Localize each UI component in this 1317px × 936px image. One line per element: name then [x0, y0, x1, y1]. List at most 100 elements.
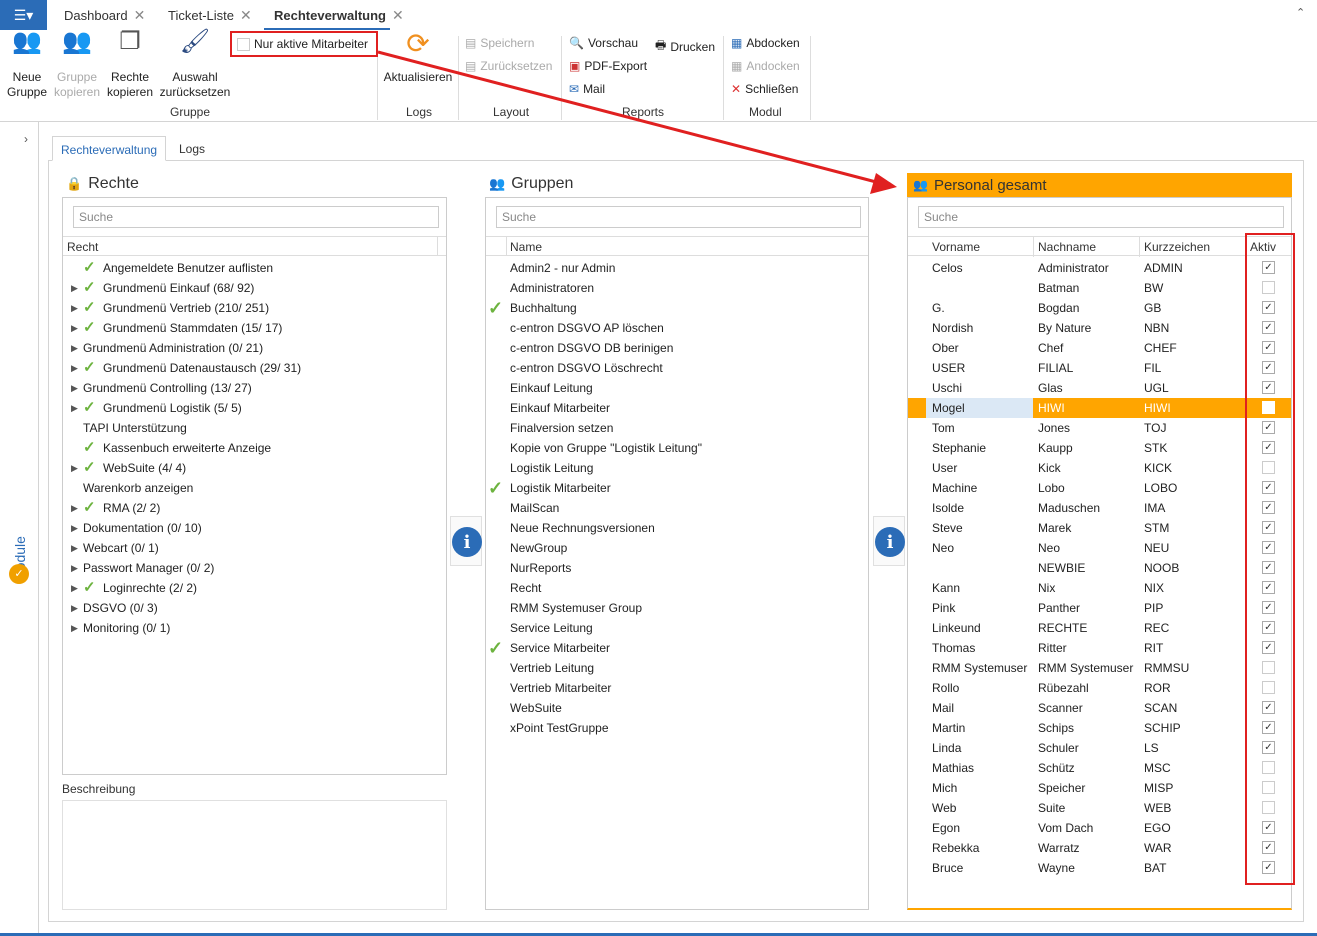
tree-item[interactable]: ▶ ✓ WebSuite (4/ 4) [63, 458, 446, 478]
table-row[interactable]: USER FILIAL FIL ✓ [908, 358, 1291, 378]
table-row[interactable]: Pink Panther PIP ✓ [908, 598, 1291, 618]
list-item[interactable]: RMM Systemuser Group [486, 598, 868, 618]
beschreibung-field[interactable] [62, 800, 447, 910]
tree-item[interactable]: ▶ ✓ Grundmenü Datenaustausch (29/ 31) [63, 358, 446, 378]
table-row[interactable]: Web Suite WEB [908, 798, 1291, 818]
list-item[interactable]: ✓ Logistik Mitarbeiter [486, 478, 868, 498]
list-item[interactable]: Finalversion setzen [486, 418, 868, 438]
rechte-search-input[interactable]: Suche [73, 206, 439, 228]
table-row[interactable]: Bruce Wayne BAT ✓ [908, 858, 1291, 878]
list-item[interactable]: Einkauf Leitung [486, 378, 868, 398]
list-item[interactable]: Service Leitung [486, 618, 868, 638]
table-row[interactable]: Kann Nix NIX ✓ [908, 578, 1291, 598]
speichern-button[interactable]: ▤ Speichern [465, 36, 534, 50]
tab-dashboard[interactable]: Dashboard ✕ [64, 7, 145, 24]
expand-arrow-icon[interactable]: ▶ [71, 318, 78, 338]
close-icon[interactable]: ✕ [134, 7, 146, 24]
table-row[interactable]: Mathias Schütz MSC [908, 758, 1291, 778]
table-row[interactable]: G. Bogdan GB ✓ [908, 298, 1291, 318]
column-nachname[interactable]: Nachname [1038, 237, 1096, 257]
rechte-column-header[interactable]: Recht [63, 236, 446, 256]
list-item[interactable]: NurReports [486, 558, 868, 578]
table-row[interactable]: Uschi Glas UGL ✓ [908, 378, 1291, 398]
table-row[interactable]: Linkeund RECHTE REC ✓ [908, 618, 1291, 638]
tab-rechteverwaltung[interactable]: Rechteverwaltung ✕ [274, 7, 404, 24]
expand-arrow-icon[interactable]: ▶ [71, 558, 78, 578]
personal-search-input[interactable]: Suche [918, 206, 1284, 228]
list-item[interactable]: Administratoren [486, 278, 868, 298]
tree-item[interactable]: ▶ Grundmenü Administration (0/ 21) [63, 338, 446, 358]
list-item[interactable]: c-entron DSGVO Löschrecht [486, 358, 868, 378]
tree-item[interactable]: TAPI Unterstützung [63, 418, 446, 438]
drucken-button[interactable]: 🖶 Drucken [655, 36, 715, 57]
tree-item[interactable]: ▶ Dokumentation (0/ 10) [63, 518, 446, 538]
table-row[interactable]: Rollo Rübezahl ROR [908, 678, 1291, 698]
tree-item[interactable]: ▶ Webcart (0/ 1) [63, 538, 446, 558]
table-row[interactable]: Thomas Ritter RIT ✓ [908, 638, 1291, 658]
list-item[interactable]: ✓ Buchhaltung [486, 298, 868, 318]
checkbox-box[interactable] [237, 37, 250, 51]
expand-arrow-icon[interactable]: ▶ [71, 378, 78, 398]
collapse-ribbon-icon[interactable]: ⌃ [1296, 6, 1305, 19]
expand-arrow-icon[interactable]: ▶ [71, 498, 78, 518]
tree-item[interactable]: ▶ ✓ Grundmenü Vertrieb (210/ 251) [63, 298, 446, 318]
table-row[interactable]: NEWBIE NOOB ✓ [908, 558, 1291, 578]
tree-item[interactable]: ▶ Grundmenü Controlling (13/ 27) [63, 378, 446, 398]
table-row[interactable]: Celos Administrator ADMIN ✓ [908, 258, 1291, 278]
expand-arrow-icon[interactable]: ▶ [71, 538, 78, 558]
list-item[interactable]: Vertrieb Mitarbeiter [486, 678, 868, 698]
rechte-kopieren-button[interactable]: ❐ Rechte kopieren [105, 30, 155, 100]
list-item[interactable]: Neue Rechnungsversionen [486, 518, 868, 538]
pdf-export-button[interactable]: ▣ PDF-Export [569, 59, 647, 73]
table-row[interactable]: Linda Schuler LS ✓ [908, 738, 1291, 758]
tree-item[interactable]: ▶ ✓ Grundmenü Logistik (5/ 5) [63, 398, 446, 418]
list-item[interactable]: ✓ Service Mitarbeiter [486, 638, 868, 658]
tree-item[interactable]: ✓ Angemeldete Benutzer auflisten [63, 258, 446, 278]
list-item[interactable]: Kopie von Gruppe "Logistik Leitung" [486, 438, 868, 458]
table-row[interactable]: Nordish By Nature NBN ✓ [908, 318, 1291, 338]
list-item[interactable]: Vertrieb Leitung [486, 658, 868, 678]
auswahl-zuruecksetzen-button[interactable]: 🖌 Auswahl zurücksetzen [158, 30, 232, 100]
schliessen-button[interactable]: ✕ Schließen [731, 82, 798, 96]
list-item[interactable]: c-entron DSGVO AP löschen [486, 318, 868, 338]
list-item[interactable]: Recht [486, 578, 868, 598]
list-item[interactable]: MailScan [486, 498, 868, 518]
table-row[interactable]: Isolde Maduschen IMA ✓ [908, 498, 1291, 518]
tree-item[interactable]: ✓ Kassenbuch erweiterte Anzeige [63, 438, 446, 458]
chevron-right-icon[interactable]: › [24, 132, 28, 146]
tree-item[interactable]: ▶ ✓ Grundmenü Einkauf (68/ 92) [63, 278, 446, 298]
info-icon[interactable]: i [875, 527, 905, 557]
table-row[interactable]: User Kick KICK [908, 458, 1291, 478]
tree-item[interactable]: ▶ ✓ Loginrechte (2/ 2) [63, 578, 446, 598]
table-row[interactable]: Mogel HIWI HIWI [908, 398, 1291, 418]
tree-item[interactable]: ▶ Passwort Manager (0/ 2) [63, 558, 446, 578]
list-item[interactable]: WebSuite [486, 698, 868, 718]
table-row[interactable]: Stephanie Kaupp STK ✓ [908, 438, 1291, 458]
gruppen-column-header[interactable]: Name [486, 236, 868, 256]
table-row[interactable]: Mich Speicher MISP [908, 778, 1291, 798]
tree-item[interactable]: ▶ Monitoring (0/ 1) [63, 618, 446, 638]
table-row[interactable]: Egon Vom Dach EGO ✓ [908, 818, 1291, 838]
tree-item[interactable]: ▶ ✓ RMA (2/ 2) [63, 498, 446, 518]
close-icon[interactable]: ✕ [392, 7, 404, 24]
expand-arrow-icon[interactable]: ▶ [71, 298, 78, 318]
expand-arrow-icon[interactable]: ▶ [71, 578, 78, 598]
expand-arrow-icon[interactable]: ▶ [71, 278, 78, 298]
neue-gruppe-button[interactable]: 👥 Neue Gruppe [5, 30, 49, 100]
list-item[interactable]: Logistik Leitung [486, 458, 868, 478]
tree-item[interactable]: ▶ ✓ Grundmenü Stammdaten (15/ 17) [63, 318, 446, 338]
close-icon[interactable]: ✕ [240, 7, 252, 24]
expand-arrow-icon[interactable]: ▶ [71, 458, 78, 478]
nur-aktive-checkbox[interactable]: Nur aktive Mitarbeiter [237, 37, 368, 51]
table-row[interactable]: Steve Marek STM ✓ [908, 518, 1291, 538]
vorschau-button[interactable]: 🔍 Vorschau [569, 36, 638, 50]
table-row[interactable]: Batman BW [908, 278, 1291, 298]
aktualisieren-button[interactable]: ⟳ Aktualisieren [382, 30, 454, 85]
expand-arrow-icon[interactable]: ▶ [71, 358, 78, 378]
info-icon[interactable]: i [452, 527, 482, 557]
subtab-logs[interactable]: Logs [179, 142, 205, 156]
list-item[interactable]: xPoint TestGruppe [486, 718, 868, 738]
expand-arrow-icon[interactable]: ▶ [71, 518, 78, 538]
app-menu-button[interactable]: ☰▾ [0, 0, 47, 30]
table-row[interactable]: Mail Scanner SCAN ✓ [908, 698, 1291, 718]
